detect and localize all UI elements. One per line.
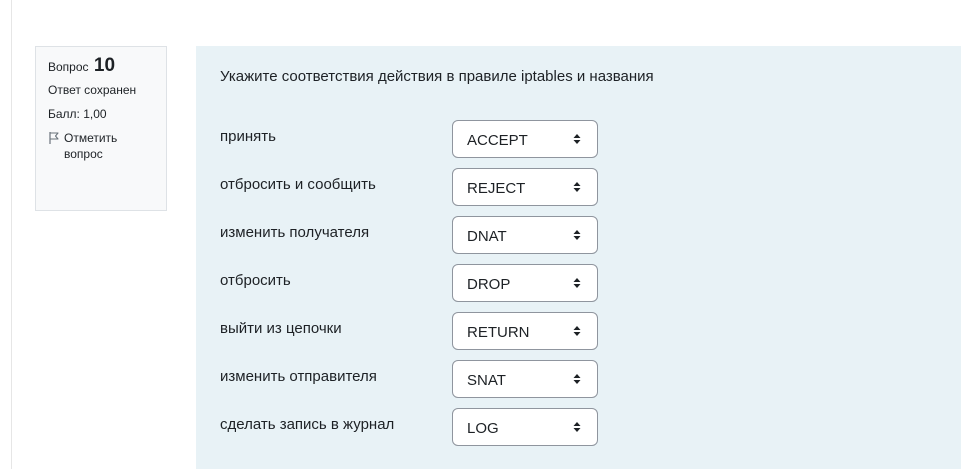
- match-select-dnat[interactable]: DNAT: [452, 216, 598, 254]
- page-left-divider: [11, 0, 12, 469]
- select-value: REJECT: [467, 180, 526, 197]
- match-label: отбросить: [220, 272, 291, 289]
- flag-question-label: Отметить вопрос: [64, 131, 118, 161]
- quiz-page: Вопрос 10 Ответ сохранен Балл: 1,00 Отме…: [0, 0, 961, 469]
- match-label: изменить получателя: [220, 224, 370, 241]
- select-value: DNAT: [467, 228, 507, 245]
- question-number: Вопрос 10: [48, 55, 158, 76]
- select-value: LOG: [467, 420, 499, 437]
- question-mark: Балл: 1,00: [48, 107, 107, 121]
- sort-arrows-icon: [573, 374, 581, 384]
- question-content: Укажите соответствия действия в правиле …: [196, 46, 961, 469]
- select-value: SNAT: [467, 372, 506, 389]
- match-label: принять: [220, 128, 276, 145]
- match-label: изменить отправителя: [220, 368, 377, 385]
- question-number-value: 10: [93, 55, 116, 76]
- match-row: изменить получателя DNAT: [220, 216, 640, 256]
- sort-arrows-icon: [573, 230, 581, 240]
- match-label: отбросить и сообщить: [220, 176, 376, 193]
- match-row: изменить отправителя SNAT: [220, 360, 640, 400]
- select-value: DROP: [467, 276, 511, 293]
- question-text: Укажите соответствия действия в правиле …: [220, 68, 654, 85]
- select-value: ACCEPT: [467, 132, 528, 149]
- flag-question-link[interactable]: Отметить вопрос: [48, 130, 158, 162]
- match-label: выйти из цепочки: [220, 320, 342, 337]
- sort-arrows-icon: [573, 422, 581, 432]
- match-select-snat[interactable]: SNAT: [452, 360, 598, 398]
- flag-icon: [49, 132, 59, 144]
- match-row: принять ACCEPT: [220, 120, 640, 160]
- match-row: сделать запись в журнал LOG: [220, 408, 640, 448]
- match-row: отбросить DROP: [220, 264, 640, 304]
- sort-arrows-icon: [573, 326, 581, 336]
- match-select-accept[interactable]: ACCEPT: [452, 120, 598, 158]
- match-label: сделать запись в журнал: [220, 416, 395, 433]
- match-row: выйти из цепочки RETURN: [220, 312, 640, 352]
- sort-arrows-icon: [573, 134, 581, 144]
- match-row: отбросить и сообщить REJECT: [220, 168, 640, 208]
- select-value: RETURN: [467, 324, 530, 341]
- question-number-label: Вопрос: [48, 60, 89, 74]
- sort-arrows-icon: [573, 182, 581, 192]
- match-select-drop[interactable]: DROP: [452, 264, 598, 302]
- match-select-reject[interactable]: REJECT: [452, 168, 598, 206]
- match-select-log[interactable]: LOG: [452, 408, 598, 446]
- sort-arrows-icon: [573, 278, 581, 288]
- question-info-panel: Вопрос 10 Ответ сохранен Балл: 1,00 Отме…: [35, 46, 167, 211]
- match-select-return[interactable]: RETURN: [452, 312, 598, 350]
- question-state: Ответ сохранен: [48, 83, 137, 97]
